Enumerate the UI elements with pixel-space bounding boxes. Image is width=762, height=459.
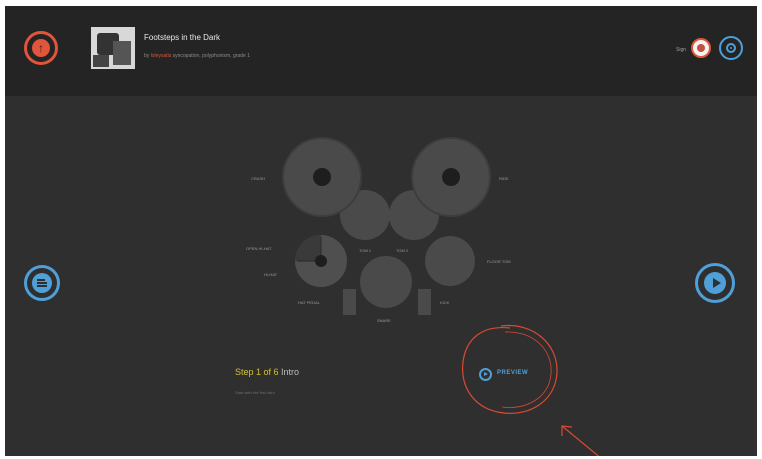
annotation-circle-inner — [501, 331, 552, 408]
annotation-circle — [462, 324, 558, 414]
annotation-overlay — [462, 324, 600, 456]
app-frame: ↑ Footsteps in the Dark by Isleysatis sy… — [5, 6, 757, 456]
annotation-arrow-line — [561, 425, 600, 456]
